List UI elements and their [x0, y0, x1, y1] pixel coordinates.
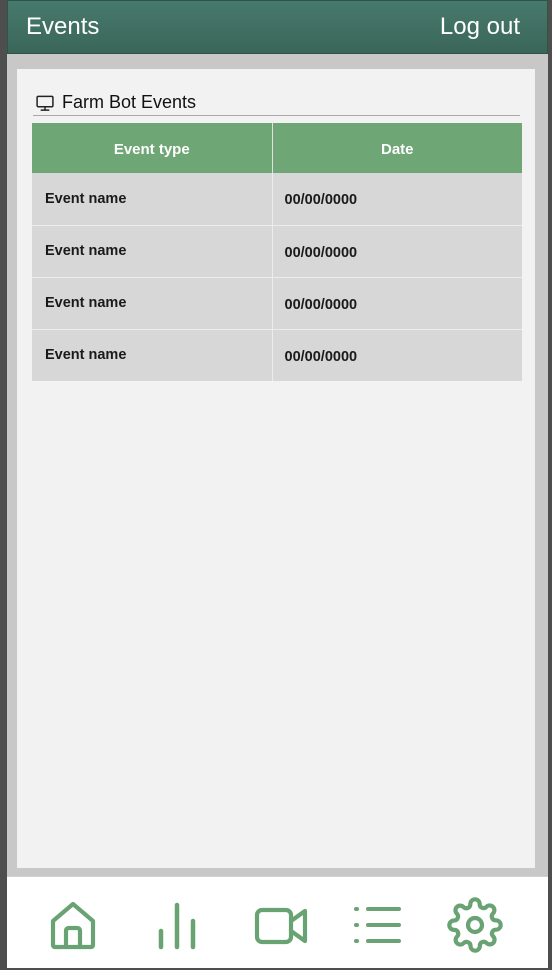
event-name-cell: Event name	[32, 329, 273, 381]
list-icon	[354, 907, 401, 943]
column-header-date[interactable]: Date	[272, 123, 522, 173]
nav-camera-button[interactable]	[251, 895, 311, 955]
home-icon	[50, 901, 96, 950]
nav-stats-button[interactable]	[147, 895, 207, 955]
nav-home-button[interactable]	[43, 895, 103, 955]
column-header-event-type[interactable]: Event type	[32, 123, 273, 173]
monitor-icon	[36, 95, 54, 111]
table-row[interactable]: Event name 00/00/0000	[32, 329, 522, 381]
nav-settings-button[interactable]	[445, 895, 505, 955]
panel-header: Farm Bot Events	[33, 90, 520, 116]
event-name-cell: Event name	[32, 277, 273, 330]
gear-icon	[447, 897, 503, 953]
page-title: Events	[26, 13, 100, 40]
events-panel: Farm Bot Events Event type Date Event na…	[17, 69, 535, 868]
table-row[interactable]: Event name 00/00/0000	[32, 173, 522, 226]
event-date-cell: 00/00/0000	[272, 277, 522, 330]
events-table: Event type Date Event name 00/00/0000 Ev…	[32, 123, 522, 381]
table-row[interactable]: Event name 00/00/0000	[32, 225, 522, 278]
panel-title: Farm Bot Events	[62, 92, 197, 112]
nav-list-button[interactable]	[347, 895, 407, 955]
bar-chart-icon	[158, 902, 196, 950]
logout-button[interactable]: Log out	[440, 13, 520, 41]
event-date-cell: 00/00/0000	[272, 329, 522, 381]
table-row[interactable]: Event name 00/00/0000	[32, 277, 522, 330]
event-date-cell: 00/00/0000	[272, 225, 522, 278]
event-name-cell: Event name	[32, 173, 273, 226]
app-header: Events Log out	[7, 0, 548, 54]
table-header-row: Event type Date	[32, 123, 522, 173]
event-name-cell: Event name	[32, 225, 273, 278]
video-camera-icon	[254, 907, 308, 945]
bottom-nav	[7, 876, 548, 968]
event-date-cell: 00/00/0000	[272, 173, 522, 226]
